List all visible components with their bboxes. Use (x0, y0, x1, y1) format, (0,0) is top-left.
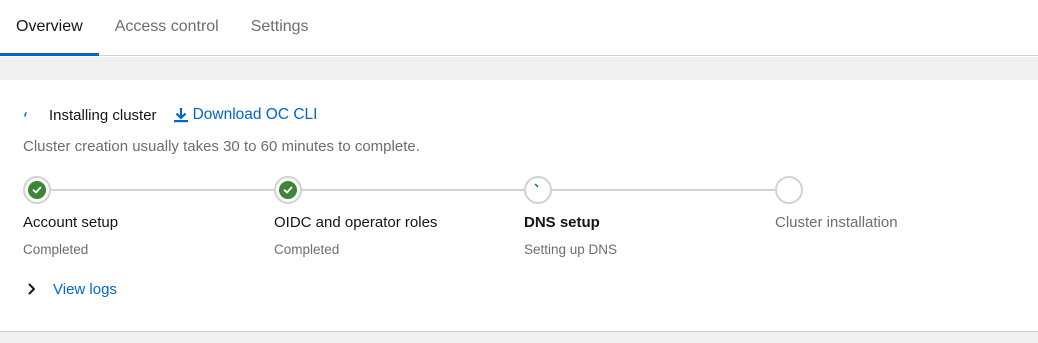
step-title: DNS setup (524, 214, 600, 231)
tab-overview-label: Overview (16, 18, 83, 35)
install-status-label: Installing cluster (49, 106, 157, 124)
tab-overview[interactable]: Overview (0, 0, 99, 56)
step-dns-setup: DNS setup Setting up DNS (524, 176, 775, 266)
step-status-circle (775, 176, 803, 204)
check-circle-icon (28, 181, 46, 199)
step-status-circle (524, 176, 552, 204)
download-oc-cli-link[interactable]: Download OC CLI (173, 106, 318, 124)
tab-bar: Overview Access control Settings (0, 0, 1038, 56)
page-background-band (0, 57, 1038, 80)
download-oc-cli-label: Download OC CLI (192, 106, 318, 123)
step-description: Setting up DNS (524, 242, 618, 257)
spinner-icon (23, 109, 35, 121)
step-status-circle (274, 176, 302, 204)
chevron-right-icon (25, 282, 39, 296)
check-circle-icon (279, 181, 297, 199)
step-status-circle (23, 176, 51, 204)
download-icon (173, 107, 189, 123)
tab-access-control[interactable]: Access control (99, 0, 235, 55)
step-cluster-installation: Cluster installation (775, 176, 1026, 266)
step-description: Completed (23, 242, 89, 257)
spinner-icon (532, 181, 544, 199)
page-background-band (0, 331, 1038, 343)
tab-settings-label: Settings (250, 18, 309, 35)
step-title: Account setup (23, 214, 119, 231)
step-title: OIDC and operator roles (274, 214, 438, 231)
install-duration-hint: Cluster creation usually takes 30 to 60 … (23, 138, 420, 155)
step-title: Cluster installation (775, 214, 898, 231)
tab-settings[interactable]: Settings (235, 0, 325, 55)
view-logs-toggle[interactable]: View logs (23, 278, 117, 300)
view-logs-label: View logs (53, 280, 117, 298)
step-oidc-operator-roles: OIDC and operator roles Completed (274, 176, 525, 266)
install-status-row: Installing cluster Download OC CLI (23, 104, 317, 126)
tab-access-control-label: Access control (114, 18, 219, 35)
step-account-setup: Account setup Completed (23, 176, 274, 266)
step-description: Completed (274, 242, 340, 257)
progress-stepper: Account setup Completed OIDC and operato… (23, 176, 1023, 266)
